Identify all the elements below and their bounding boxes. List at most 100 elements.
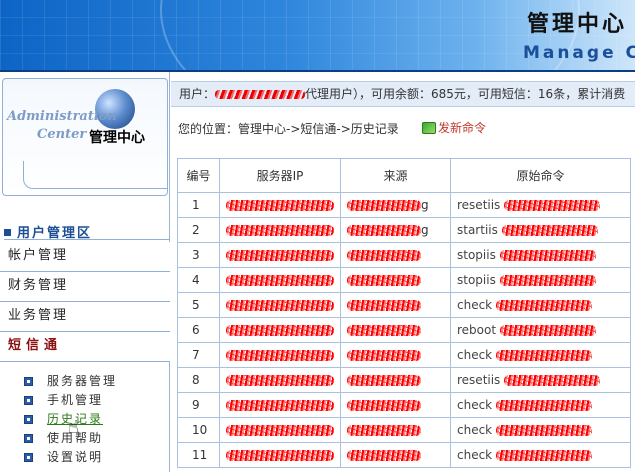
redacted-source	[347, 400, 421, 411]
user-account-info: 代理用户），可用余额：685元，可用短信：16条，累计消费	[305, 87, 626, 101]
redacted-command-args	[499, 250, 596, 261]
redacted-username	[215, 90, 306, 99]
redacted-command-args	[495, 300, 592, 311]
cell-server-ip	[219, 242, 341, 268]
cell-source	[340, 267, 451, 293]
cell-raw-command: check	[450, 292, 631, 318]
cell-server-ip	[219, 192, 341, 218]
section-title-user-admin: 用户管理区	[4, 222, 170, 241]
redacted-ip	[226, 325, 334, 336]
redacted-command-args	[495, 400, 592, 411]
redacted-source	[347, 200, 421, 211]
cell-id: 2	[177, 217, 220, 243]
cell-source	[340, 417, 451, 443]
cell-raw-command: stopiis	[450, 267, 631, 293]
cell-server-ip	[219, 392, 341, 418]
cell-server-ip	[219, 217, 341, 243]
redacted-ip	[226, 250, 334, 261]
redacted-ip	[226, 200, 334, 211]
breadcrumb: 您的位置：管理中心->短信通->历史记录	[178, 122, 399, 136]
redacted-command-args	[495, 425, 592, 436]
sub-item-help[interactable]: 使用帮助	[24, 429, 103, 447]
admin-logo: Administration Center 管理中心	[2, 78, 168, 196]
bullet-icon	[24, 434, 33, 443]
cell-id: 1	[177, 192, 220, 218]
redacted-source	[347, 425, 421, 436]
cell-id: 11	[177, 442, 220, 468]
redacted-command-args	[499, 275, 596, 286]
bullet-icon	[24, 415, 33, 424]
table-row: 5 check	[177, 292, 631, 318]
cell-server-ip	[219, 317, 341, 343]
logo-frame	[23, 161, 167, 189]
redacted-command-args	[495, 350, 592, 361]
redacted-source	[347, 450, 421, 461]
user-info-bar: 用户： 代理用户），可用余额：685元，可用短信：16条，累计消费	[171, 81, 635, 107]
cell-raw-command: startiis	[450, 217, 631, 243]
banner-arc-decoration	[160, 0, 580, 72]
cell-source	[340, 442, 451, 468]
cell-server-ip	[219, 367, 341, 393]
sub-item-server-manage[interactable]: 服务器管理	[24, 372, 117, 390]
redacted-source	[347, 300, 421, 311]
menu-item-sms[interactable]: 短信通	[0, 332, 170, 362]
header-source: 来源	[340, 158, 451, 193]
cell-raw-command: resetiis	[450, 367, 631, 393]
cell-raw-command: check	[450, 392, 631, 418]
redacted-ip	[226, 275, 334, 286]
user-label: 用户：	[179, 87, 216, 101]
table-row: 4 stopiis	[177, 267, 631, 293]
cell-server-ip	[219, 267, 341, 293]
redacted-ip	[226, 450, 334, 461]
redacted-ip	[226, 425, 334, 436]
new-command-icon	[422, 122, 436, 134]
redacted-command-args	[495, 450, 592, 461]
redacted-command-args	[501, 225, 598, 236]
cell-id: 8	[177, 367, 220, 393]
header-server-ip: 服务器IP	[219, 158, 341, 193]
cell-id: 7	[177, 342, 220, 368]
header-raw-command: 原始命令	[450, 158, 631, 193]
cell-source	[340, 317, 451, 343]
redacted-ip	[226, 300, 334, 311]
cell-server-ip	[219, 342, 341, 368]
redacted-source	[347, 225, 421, 236]
logo-title: 管理中心	[89, 130, 145, 146]
cell-id: 6	[177, 317, 220, 343]
sub-item-history[interactable]: 历史记录	[24, 410, 103, 428]
table-row: 2 g startiis	[177, 217, 631, 243]
redacted-command-args	[499, 325, 596, 336]
table-row: 10 check	[177, 417, 631, 443]
cell-id: 10	[177, 417, 220, 443]
sidebar: Administration Center 管理中心 用户管理区 帐户管理 财务…	[0, 72, 170, 472]
table-header-row: 编号 服务器IP 来源 原始命令	[177, 158, 631, 193]
redacted-source	[347, 375, 421, 386]
table-row: 8 resetiis	[177, 367, 631, 393]
cell-source	[340, 367, 451, 393]
redacted-source	[347, 325, 421, 336]
cell-raw-command: reboot	[450, 317, 631, 343]
cell-raw-command: resetiis	[450, 192, 631, 218]
cell-raw-command: check	[450, 417, 631, 443]
redacted-ip	[226, 350, 334, 361]
bullet-icon	[24, 396, 33, 405]
table-row: 3 stopiis	[177, 242, 631, 268]
cell-raw-command: check	[450, 342, 631, 368]
cell-source	[340, 292, 451, 318]
cell-raw-command: check	[450, 442, 631, 468]
cell-server-ip	[219, 292, 341, 318]
hand-cursor-icon: ☝	[68, 417, 79, 438]
bullet-icon	[24, 453, 33, 462]
redacted-source	[347, 250, 421, 261]
sub-item-phone-manage[interactable]: 手机管理	[24, 391, 103, 409]
redacted-ip	[226, 400, 334, 411]
menu-item-business[interactable]: 业务管理	[0, 302, 170, 332]
sub-item-setup-guide[interactable]: 设置说明	[24, 448, 103, 466]
table-row: 1 g resetiis	[177, 192, 631, 218]
table-row: 7 check	[177, 342, 631, 368]
send-new-command-button[interactable]: 发新命令	[422, 119, 486, 136]
cell-source: g	[340, 192, 451, 218]
menu-item-finance[interactable]: 财务管理	[0, 272, 170, 302]
redacted-command-args	[504, 200, 601, 211]
menu-item-account[interactable]: 帐户管理	[0, 242, 170, 272]
